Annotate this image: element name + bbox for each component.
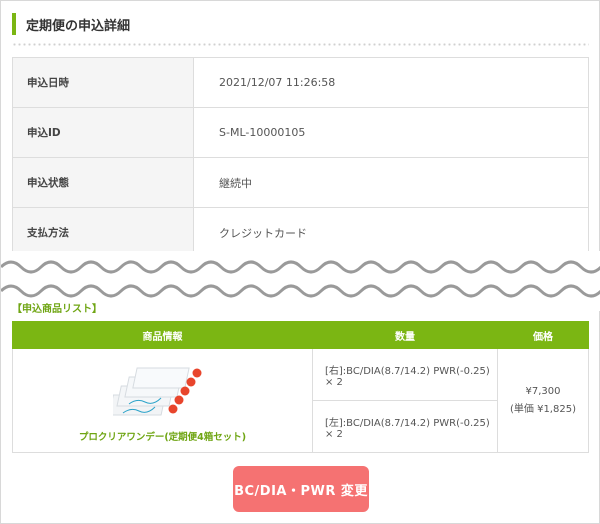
dotted-divider [12,43,589,46]
price-unit: (単価 ¥1,825) [510,403,576,415]
detail-row-status: 申込状態 継続中 [12,157,589,208]
detail-value: 2021/12/07 11:26:58 [193,57,589,108]
application-details-table: 申込日時 2021/12/07 11:26:58 申込ID S-ML-10000… [12,57,589,258]
price-cell: ¥7,300 (単価 ¥1,825) [497,348,589,453]
detail-value: 継続中 [193,157,589,208]
section-header: 定期便の申込詳細 [12,12,130,36]
price-total: ¥7,300 [525,385,561,397]
detail-value: S-ML-10000105 [193,107,589,158]
product-list-label: 【申込商品リスト】 [12,304,102,315]
page-title: 定期便の申込詳細 [26,18,131,34]
header-accent-bar [12,13,16,35]
product-name: プロクリアワンデー(定期便4箱セット) [78,431,247,443]
column-header-price: 価格 [497,321,589,349]
product-list-table: 商品情報 数量 価格 プロクリアワンデー(定期便4箱セット) [右]:BC/DI… [12,321,589,453]
detail-row-payment: 支払方法 クレジットカード [12,207,589,258]
product-row: プロクリアワンデー(定期便4箱セット) [右]:BC/DIA(8.7/14.2)… [12,348,589,453]
contact-lens-boxes-image [112,367,201,415]
detail-label: 支払方法 [12,207,194,258]
column-header-product: 商品情報 [12,321,313,349]
change-lens-spec-button[interactable]: BC/DIA・PWR 変更 [233,466,369,512]
quantity-right-eye: [右]:BC/DIA(8.7/14.2) PWR(-0.25) × 2 [312,348,498,401]
page-frame: 定期便の申込詳細 申込日時 2021/12/07 11:26:58 申込ID S… [0,0,600,524]
detail-label: 申込状態 [12,157,194,208]
product-info-cell: プロクリアワンデー(定期便4箱セット) [12,348,313,453]
column-header-quantity: 数量 [312,321,498,349]
detail-row-id: 申込ID S-ML-10000105 [12,107,589,158]
quantity-left-eye: [左]:BC/DIA(8.7/14.2) PWR(-0.25) × 2 [312,400,498,453]
detail-row-date: 申込日時 2021/12/07 11:26:58 [12,57,589,108]
product-table-header: 商品情報 数量 価格 [12,321,589,349]
detail-value: クレジットカード [193,207,589,258]
detail-label: 申込ID [12,107,194,158]
detail-label: 申込日時 [12,57,194,108]
